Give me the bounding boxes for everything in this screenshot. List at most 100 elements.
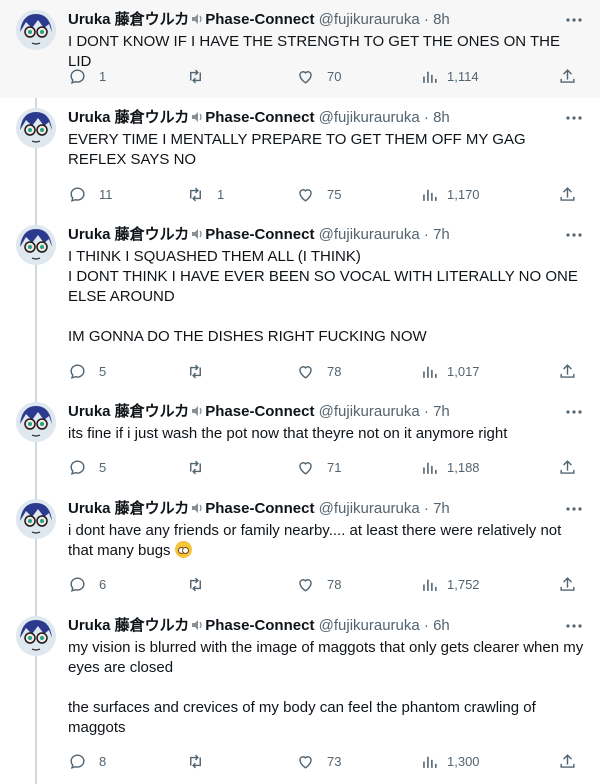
avatar[interactable]	[16, 616, 56, 656]
share-button[interactable]	[558, 66, 577, 86]
reply-button[interactable]: 6	[68, 574, 106, 594]
timestamp[interactable]: 8h	[433, 11, 450, 28]
reply-count: 6	[99, 576, 107, 592]
more-options-icon[interactable]	[564, 616, 584, 636]
reply-button[interactable]: 5	[68, 457, 106, 477]
views-button[interactable]: 1,170	[420, 184, 480, 204]
more-options-icon[interactable]	[564, 499, 584, 519]
reply-button[interactable]: 8	[68, 751, 106, 771]
user-handle[interactable]: @fujikurauruka	[319, 403, 420, 420]
views-button[interactable]: 1,752	[420, 574, 480, 594]
tweet[interactable]: Uruka 藤倉ウルカ Phase-Connect @fujikurauruka …	[0, 489, 600, 606]
avatar[interactable]	[16, 225, 56, 265]
like-count: 78	[327, 576, 342, 592]
more-options-icon[interactable]	[564, 225, 584, 245]
user-handle[interactable]: @fujikurauruka	[319, 617, 420, 634]
tweet[interactable]: Uruka 藤倉ウルカ Phase-Connect @fujikurauruka …	[0, 215, 600, 392]
tweet[interactable]: Uruka 藤倉ウルカ Phase-Connect @fujikurauruka …	[0, 606, 600, 784]
view-count: 1,114	[447, 68, 479, 84]
tweet[interactable]: Uruka 藤倉ウルカ Phase-Connect @fujikurauruka …	[0, 0, 600, 98]
tweet-text: i dont have any friends or family nearby…	[68, 522, 566, 559]
user-handle[interactable]: @fujikurauruka	[319, 11, 420, 28]
like-button[interactable]: 70	[296, 66, 341, 86]
timestamp[interactable]: 7h	[433, 226, 450, 243]
user-handle[interactable]: @fujikurauruka	[319, 109, 420, 126]
analytics-icon	[423, 189, 437, 201]
display-name[interactable]: Uruka 藤倉ウルカ	[68, 11, 189, 28]
tweet-text-container: i dont have any friends or family nearby…	[68, 521, 584, 561]
retweet-icon	[190, 460, 201, 474]
timestamp[interactable]: 6h	[433, 617, 450, 634]
reply-button[interactable]: 5	[68, 361, 106, 381]
share-icon	[560, 459, 575, 474]
display-name[interactable]: Uruka 藤倉ウルカ	[68, 403, 189, 420]
reply-icon	[70, 576, 85, 592]
separator-dot: ·	[423, 617, 429, 634]
reply-button[interactable]: 11	[68, 184, 113, 204]
separator-dot: ·	[423, 500, 429, 517]
separator-dot: ·	[423, 109, 429, 126]
more-options-icon[interactable]	[564, 402, 584, 422]
like-button[interactable]: 78	[296, 574, 341, 594]
share-button[interactable]	[558, 361, 577, 381]
share-button[interactable]	[558, 184, 577, 204]
display-name[interactable]: Uruka 藤倉ウルカ	[68, 617, 189, 634]
tweet-actions: 6 78 1,752	[68, 574, 584, 594]
avatar[interactable]	[16, 499, 56, 539]
like-button[interactable]: 78	[296, 361, 341, 381]
views-button[interactable]: 1,017	[420, 361, 480, 381]
retweet-button[interactable]: 1	[186, 184, 224, 204]
like-button[interactable]: 73	[296, 751, 341, 771]
tweet-header: Uruka 藤倉ウルカ Phase-Connect @fujikurauruka …	[68, 108, 584, 128]
retweet-button[interactable]	[186, 457, 217, 477]
views-button[interactable]: 1,300	[420, 751, 480, 771]
more-options-icon[interactable]	[564, 10, 584, 30]
retweet-icon	[190, 69, 201, 83]
display-name[interactable]: Uruka 藤倉ウルカ	[68, 500, 189, 517]
display-name[interactable]: Uruka 藤倉ウルカ	[68, 226, 189, 243]
separator-dot: ·	[423, 226, 429, 243]
share-button[interactable]	[558, 457, 577, 477]
more-options-icon[interactable]	[564, 108, 584, 128]
display-name-suffix[interactable]: Phase-Connect	[205, 109, 314, 126]
tweet[interactable]: Uruka 藤倉ウルカ Phase-Connect @fujikurauruka …	[0, 98, 600, 215]
avatar[interactable]	[16, 10, 56, 50]
reply-button[interactable]: 1	[68, 66, 106, 86]
user-handle[interactable]: @fujikurauruka	[319, 226, 420, 243]
like-button[interactable]: 75	[296, 184, 341, 204]
retweet-button[interactable]	[186, 66, 217, 86]
timestamp[interactable]: 8h	[433, 109, 450, 126]
tweet-text: EVERY TIME I MENTALLY PREPARE TO GET THE…	[68, 131, 530, 168]
like-count: 78	[327, 363, 342, 379]
display-name-suffix[interactable]: Phase-Connect	[205, 500, 314, 517]
display-name-suffix[interactable]: Phase-Connect	[205, 226, 314, 243]
display-name-suffix[interactable]: Phase-Connect	[205, 11, 314, 28]
timestamp[interactable]: 7h	[433, 403, 450, 420]
retweet-button[interactable]	[186, 361, 217, 381]
separator-dot: ·	[423, 403, 429, 420]
analytics-icon	[423, 462, 437, 474]
display-name[interactable]: Uruka 藤倉ウルカ	[68, 109, 189, 126]
retweet-button[interactable]	[186, 751, 217, 771]
share-button[interactable]	[558, 574, 577, 594]
speaker-icon	[190, 110, 204, 130]
avatar[interactable]	[16, 402, 56, 442]
tweet-actions: 11 1 75 1,170	[68, 184, 584, 204]
tweet-text: my vision is blurred with the image of m…	[68, 639, 584, 736]
views-button[interactable]: 1,114	[420, 66, 479, 86]
reply-count: 8	[99, 753, 107, 769]
heart-icon	[299, 70, 312, 84]
share-button[interactable]	[558, 751, 577, 771]
retweet-button[interactable]	[186, 574, 217, 594]
view-count: 1,752	[447, 576, 480, 592]
timestamp[interactable]: 7h	[433, 500, 450, 517]
tweet[interactable]: Uruka 藤倉ウルカ Phase-Connect @fujikurauruka …	[0, 392, 600, 489]
share-icon	[560, 753, 575, 768]
like-button[interactable]: 71	[296, 457, 341, 477]
user-handle[interactable]: @fujikurauruka	[319, 500, 420, 517]
tweet-header: Uruka 藤倉ウルカ Phase-Connect @fujikurauruka …	[68, 499, 584, 519]
display-name-suffix[interactable]: Phase-Connect	[205, 403, 314, 420]
views-button[interactable]: 1,188	[420, 457, 480, 477]
display-name-suffix[interactable]: Phase-Connect	[205, 617, 314, 634]
avatar[interactable]	[16, 108, 56, 148]
